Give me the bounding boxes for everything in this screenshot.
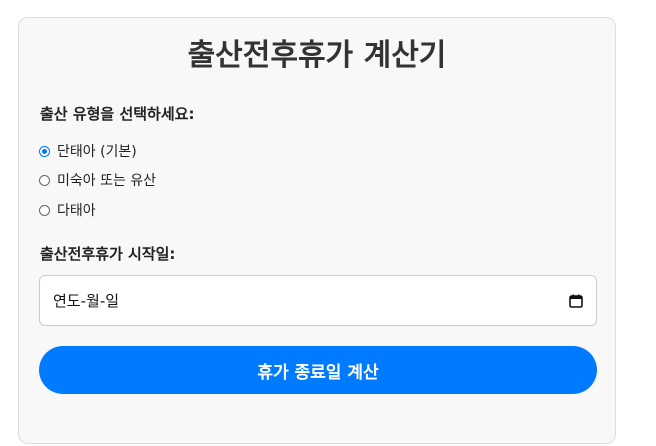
calculator-card: 출산전후휴가 계산기 출산 유형을 선택하세요: 단태아 (기본) 미숙아 또는… [18,17,616,444]
start-date-input[interactable]: 연도-월-일 [39,275,597,326]
radio-multiple[interactable] [39,204,50,216]
birth-type-label: 출산 유형을 선택하세요: [40,105,195,123]
option-premature-label: 미숙아 또는 유산 [57,173,157,189]
page-title: 출산전후휴가 계산기 [187,38,447,73]
calculate-button[interactable]: 휴가 종료일 계산 [39,346,597,394]
start-date-label: 출산전후휴가 시작일: [40,245,176,263]
radio-premature[interactable] [39,174,50,186]
radio-singleton[interactable] [39,145,50,157]
option-multiple-label: 다태아 [57,203,96,219]
date-placeholder: 연도-월-일 [53,292,120,310]
option-multiple[interactable]: 다태아 [39,199,96,221]
option-singleton-label: 단태아 (기본) [57,144,137,160]
calendar-icon[interactable] [569,294,583,308]
option-singleton[interactable]: 단태아 (기본) [39,140,137,162]
option-premature[interactable]: 미숙아 또는 유산 [39,169,156,191]
